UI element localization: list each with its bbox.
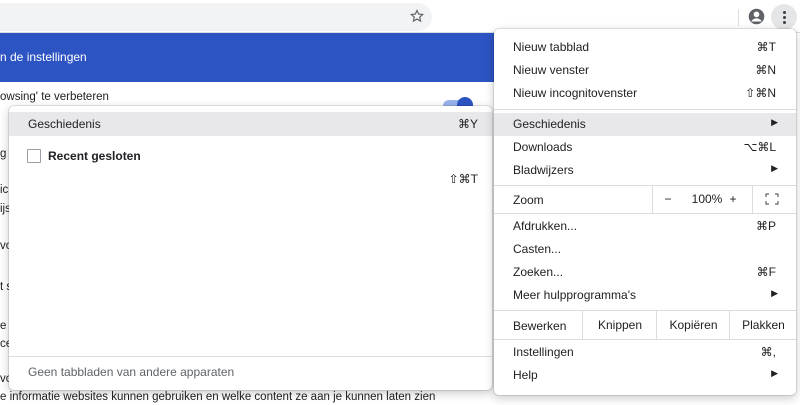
menu-item-label: Meer hulpprogramma's (513, 288, 637, 302)
zoom-out-button[interactable]: − (652, 186, 683, 213)
no-other-devices-text: Geen tabbladen van andere apparaten (28, 365, 235, 379)
recent-closed-shortcut: ⇧⌘T (448, 172, 478, 186)
submenu-arrow-icon: ▶ (771, 368, 778, 378)
menu-item-label: Instellingen (513, 345, 574, 359)
menu-item-label: Help (513, 368, 538, 382)
menu-item-new-window[interactable]: Nieuw venster ⌘N (494, 59, 796, 82)
vertical-dots-icon[interactable] (771, 4, 797, 30)
toolbar-separator (738, 9, 739, 26)
settings-text-line: e informatie websites kunnen gebruiken e… (0, 391, 436, 403)
chrome-main-menu: Nieuw tabblad ⌘T Nieuw venster ⌘N Nieuw … (494, 29, 796, 395)
edit-label: Bewerken (513, 319, 567, 333)
submenu-arrow-icon: ▶ (771, 117, 778, 127)
menu-item-label: Bladwijzers (513, 163, 574, 177)
menu-item-help[interactable]: Help ▶ (494, 364, 796, 387)
recent-closed-checkbox-icon (27, 149, 41, 163)
star-outline-icon[interactable] (410, 9, 424, 23)
menu-item-label: Nieuw venster (513, 63, 590, 77)
menu-edit-row: Bewerken Knippen Kopiëren Plakken (494, 311, 796, 339)
menu-item-shortcut: ⌘T (756, 40, 776, 54)
menu-item-label: Nieuw tabblad (513, 40, 590, 54)
submenu-history-item[interactable]: Geschiedenis ⌘Y (9, 112, 492, 136)
address-bar[interactable] (0, 3, 432, 31)
fullscreen-button[interactable] (752, 186, 797, 213)
menu-divider (494, 339, 796, 340)
menu-divider (494, 213, 796, 214)
menu-item-shortcut: ⌘F (756, 265, 776, 279)
menu-item-downloads[interactable]: Downloads ⌥⌘L (494, 136, 796, 159)
cut-button[interactable]: Knippen (582, 311, 657, 339)
submenu-arrow-icon: ▶ (771, 288, 778, 298)
menu-divider (494, 109, 796, 110)
menu-item-settings[interactable]: Instellingen ⌘, (494, 341, 796, 364)
account-circle-icon[interactable] (748, 8, 765, 25)
menu-item-shortcut: ⌘P (755, 219, 776, 233)
history-submenu: Geschiedenis ⌘Y Recent gesloten ⇧⌘T Geen… (9, 106, 492, 390)
menu-item-label: Nieuw incognitovenster (513, 86, 638, 100)
menu-item-shortcut: ⌘, (760, 345, 776, 359)
submenu-divider (9, 356, 492, 357)
menu-item-shortcut: ⌥⌘L (743, 140, 776, 154)
menu-item-label: Afdrukken... (513, 219, 578, 233)
recent-closed-header: Recent gesloten (48, 149, 141, 163)
submenu-arrow-icon: ▶ (771, 163, 778, 173)
menu-zoom-row: Zoom − 100% + (494, 186, 796, 213)
menu-item-print[interactable]: Afdrukken... ⌘P (494, 215, 796, 238)
settings-text-line: e (0, 320, 7, 332)
menu-item-label: Casten... (513, 242, 562, 256)
menu-item-bookmarks[interactable]: Bladwijzers ▶ (494, 159, 796, 182)
menu-item-shortcut: ⌘N (755, 63, 776, 77)
settings-search-header: n de instellingen (0, 33, 500, 82)
settings-search-text[interactable]: n de instellingen (0, 50, 87, 64)
settings-text-line: owsing' te verbeteren (0, 91, 109, 103)
menu-item-find[interactable]: Zoeken... ⌘F (494, 261, 796, 284)
menu-item-label: Geschiedenis (513, 117, 586, 131)
zoom-label: Zoom (513, 193, 544, 207)
paste-button[interactable]: Plakken (729, 311, 797, 339)
menu-item-more-tools[interactable]: Meer hulpprogramma's ▶ (494, 284, 796, 307)
settings-text-line: g (0, 148, 7, 160)
menu-item-new-tab[interactable]: Nieuw tabblad ⌘T (494, 36, 796, 59)
menu-item-new-incognito[interactable]: Nieuw incognitovenster ⇧⌘N (494, 82, 796, 105)
menu-item-shortcut: ⇧⌘N (745, 86, 776, 100)
submenu-history-shortcut: ⌘Y (457, 117, 478, 131)
fullscreen-icon (765, 193, 779, 205)
copy-button[interactable]: Kopiëren (656, 311, 730, 339)
menu-item-label: Zoeken... (513, 265, 564, 279)
menu-item-label: Downloads (513, 140, 573, 154)
menu-item-history[interactable]: Geschiedenis ▶ (494, 113, 796, 136)
submenu-history-label: Geschiedenis (28, 117, 101, 131)
menu-item-cast[interactable]: Casten... (494, 238, 796, 261)
settings-text-line: ic (0, 184, 9, 196)
zoom-in-button[interactable]: + (720, 186, 746, 213)
